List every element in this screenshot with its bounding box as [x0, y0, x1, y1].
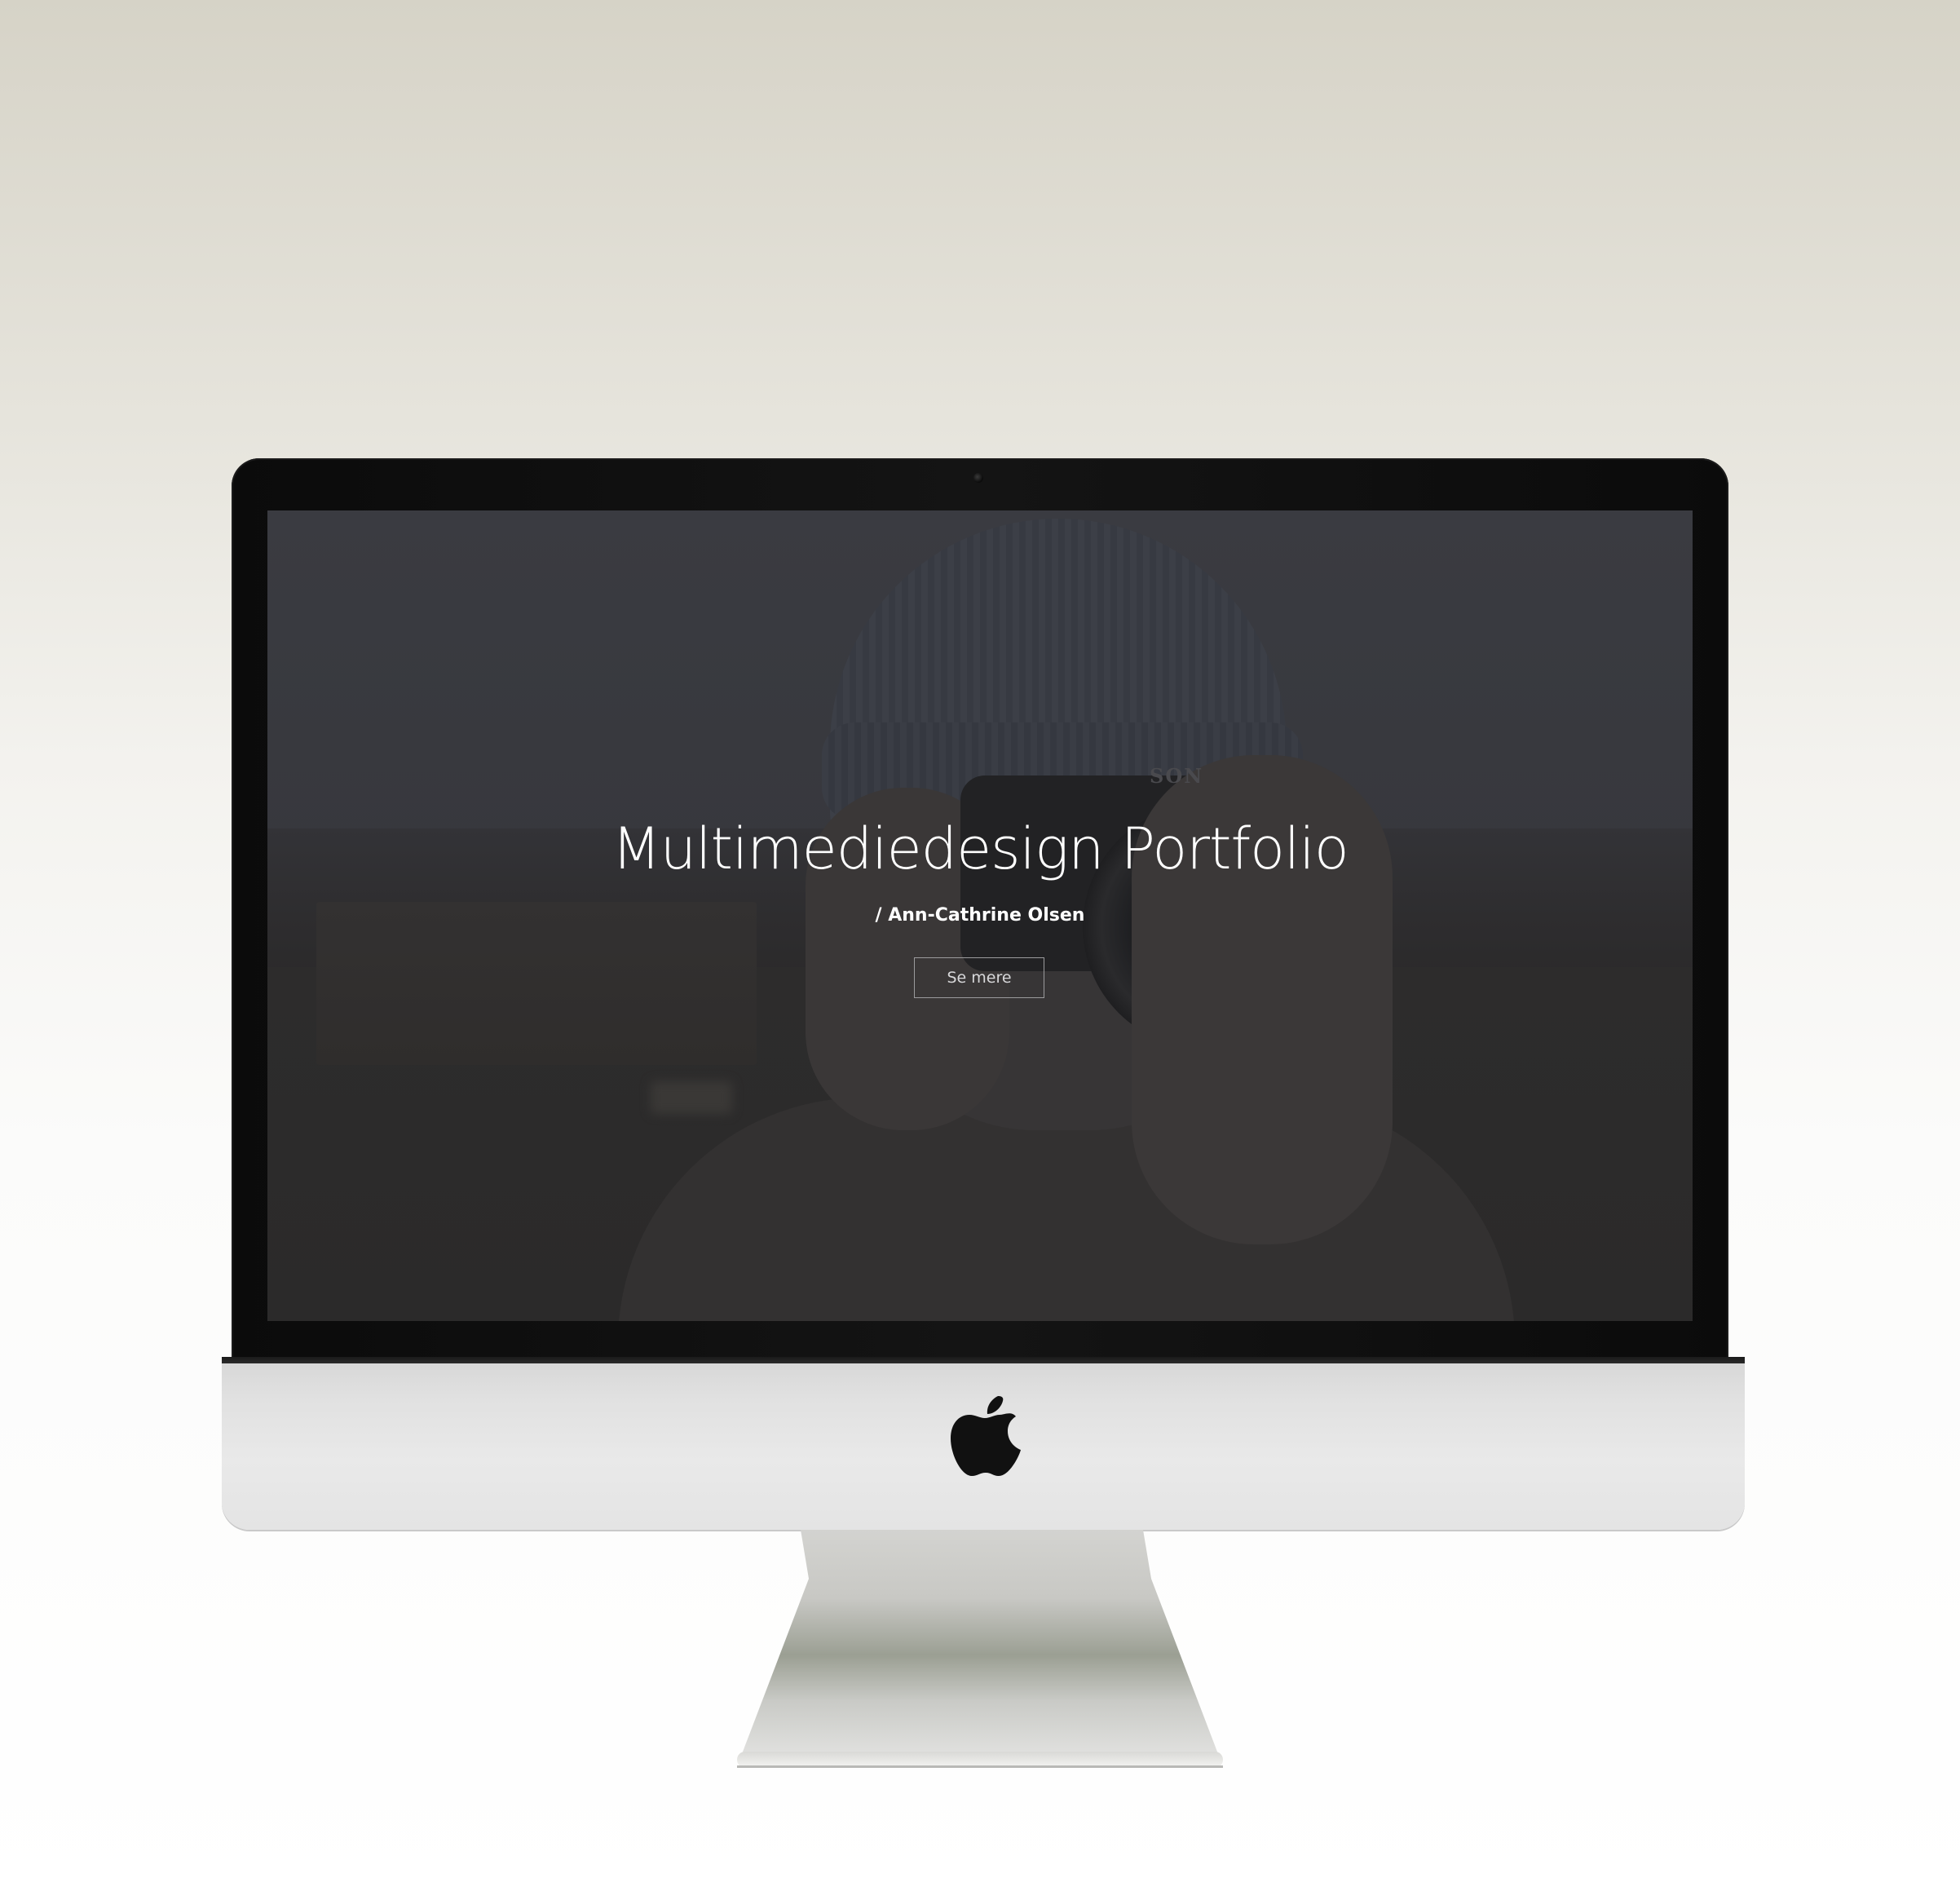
hero-section: Multimediedesign Portfolio / Ann-Cathrin…: [267, 510, 1693, 1321]
hero-subtitle: / Ann-Cathrine Olsen: [875, 905, 1085, 926]
monitor-screen: SON Multimediedesign Portfolio / Ann-Cat…: [267, 510, 1693, 1321]
see-more-button[interactable]: Se mere: [914, 957, 1044, 998]
monitor-stand: [737, 1530, 1223, 1768]
apple-logo-icon: [951, 1396, 1021, 1476]
webcam-icon: [973, 473, 983, 483]
monitor-chin-strip: [222, 1357, 1745, 1363]
hero-title: Multimediedesign Portfolio: [611, 815, 1349, 882]
